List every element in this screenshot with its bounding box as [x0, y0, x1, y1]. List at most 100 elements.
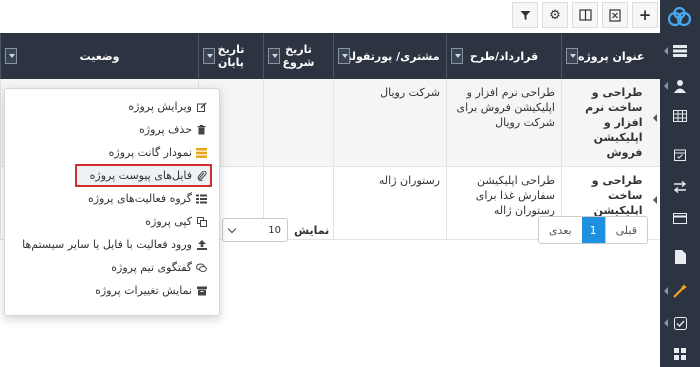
copy-icon — [196, 216, 207, 227]
sort-dropdown-icon[interactable] — [203, 48, 215, 64]
menu-item-label: نمایش تغییرات پروژه — [95, 284, 192, 297]
header-end-label: تاریخ پایان — [217, 43, 245, 69]
wand-icon — [673, 284, 687, 298]
gear-icon: ⚙ — [549, 7, 561, 23]
menu-item-import-activities[interactable]: ورود فعالیت با فایل یا سایر سیستم‌ها — [5, 233, 219, 256]
row-contract-cell: طراحی نرم افزار و اپلیکیشن فروش برای شرک… — [446, 79, 562, 167]
sort-dropdown-icon[interactable] — [566, 48, 578, 64]
sidebar-item-documents[interactable] — [660, 246, 700, 268]
app-logo[interactable] — [664, 4, 696, 30]
caret-left-icon — [664, 287, 668, 295]
sidebar-item-tasks[interactable] — [660, 312, 700, 334]
sidebar-item-apps[interactable] — [660, 343, 700, 365]
caret-left-icon[interactable] — [652, 195, 657, 204]
app-window: + ⚙ عنوان پروژه قرارداد/طرح مشتری/ پورتف… — [0, 0, 700, 367]
header-title[interactable]: عنوان پروژه — [561, 33, 661, 79]
menu-item-team-chat[interactable]: گفتگوی تیم پروژه — [5, 256, 219, 279]
calendar-icon — [674, 149, 686, 161]
add-button[interactable]: + — [632, 2, 658, 28]
sidebar-item-dashboard[interactable] — [660, 40, 700, 62]
row-customer-cell: شرکت رویال — [333, 79, 447, 167]
sidebar-item-tools[interactable] — [660, 280, 700, 302]
sidebar-item-calendar[interactable] — [660, 143, 700, 165]
caret-left-icon — [664, 47, 668, 55]
header-end-date[interactable]: تاریخ پایان — [198, 33, 264, 79]
row-title-cell[interactable]: طراحی و ساخت نرم افزار و اپلیکیشن فروش — [561, 79, 661, 167]
columns-button[interactable] — [572, 2, 598, 28]
page-size-label: نمایش — [294, 224, 330, 237]
caret-left-icon — [664, 319, 668, 327]
grid-icon — [673, 45, 687, 57]
right-sidebar — [660, 0, 700, 367]
transfer-icon — [673, 181, 687, 193]
row-title: طراحی و ساخت نرم افزار و اپلیکیشن فروش — [585, 86, 643, 159]
caret-left-icon[interactable] — [652, 113, 657, 122]
pagination-bar: قبلی 1 بعدی نمایش 10 — [220, 216, 660, 246]
excel-icon — [609, 8, 621, 22]
menu-item-delete-project[interactable]: حذف پروژه — [5, 118, 219, 141]
header-contract[interactable]: قرارداد/طرح — [446, 33, 562, 79]
menu-item-attachments[interactable]: فایل‌های پیوست پروژه — [5, 164, 219, 187]
logo-icon — [667, 7, 692, 27]
menu-item-activity-groups[interactable]: گروه فعالیت‌های پروژه — [5, 187, 219, 210]
plus-icon: + — [638, 6, 652, 24]
page-size-value: 10 — [268, 224, 281, 236]
trash-icon — [196, 124, 207, 135]
menu-item-copy-project[interactable]: کپی پروژه — [5, 210, 219, 233]
menu-item-label: نمودار گانت پروژه — [108, 146, 192, 159]
menu-item-gantt-chart[interactable]: نمودار گانت پروژه — [5, 141, 219, 164]
sidebar-item-users[interactable] — [660, 75, 700, 97]
edit-icon — [196, 101, 207, 112]
menu-item-label: فایل‌های پیوست پروژه — [89, 169, 192, 182]
page-1-button[interactable]: 1 — [581, 217, 605, 243]
user-icon — [674, 80, 686, 93]
settings-button[interactable]: ⚙ — [542, 2, 568, 28]
chevron-down-icon — [227, 224, 237, 233]
menu-item-label: ویرایش پروژه — [128, 100, 192, 113]
card-icon — [673, 212, 687, 224]
row-start-cell — [263, 79, 334, 167]
sort-dropdown-icon[interactable] — [338, 48, 350, 64]
checkbox-icon — [673, 316, 687, 330]
menu-item-label: ورود فعالیت با فایل یا سایر سیستم‌ها — [22, 238, 192, 251]
menu-item-label: حذف پروژه — [139, 123, 192, 136]
header-title-label: عنوان پروژه — [577, 49, 645, 63]
header-contract-label: قرارداد/طرح — [469, 49, 539, 63]
apps-icon — [674, 348, 686, 360]
header-status[interactable]: وضعیت — [0, 33, 199, 79]
menu-item-label: گروه فعالیت‌های پروژه — [87, 192, 192, 205]
table-header-row: عنوان پروژه قرارداد/طرح مشتری/ پورتفولیو… — [0, 33, 661, 79]
pagination: قبلی 1 بعدی — [537, 216, 648, 244]
header-start-label: تاریخ شروع — [282, 43, 315, 69]
header-status-label: وضعیت — [79, 49, 120, 63]
paperclip-icon — [196, 170, 207, 181]
menu-item-edit-project[interactable]: ویرایش پروژه — [5, 95, 219, 118]
prev-page-button[interactable]: قبلی — [604, 217, 647, 243]
next-page-button[interactable]: بعدی — [538, 217, 582, 243]
sidebar-item-cards[interactable] — [660, 207, 700, 229]
sidebar-item-transfers[interactable] — [660, 176, 700, 198]
header-customer[interactable]: مشتری/ پورتفولیو — [333, 33, 447, 79]
sort-dropdown-icon[interactable] — [451, 48, 463, 64]
header-start-date[interactable]: تاریخ شروع — [263, 33, 334, 79]
toolbar: + ⚙ — [510, 0, 660, 30]
filter-icon — [520, 10, 530, 20]
sort-dropdown-icon[interactable] — [268, 48, 280, 64]
list-icon — [196, 193, 207, 204]
menu-item-project-changes[interactable]: نمایش تغییرات پروژه — [5, 279, 219, 302]
filter-button[interactable] — [512, 2, 538, 28]
chat-icon — [196, 262, 207, 273]
archive-icon — [196, 285, 207, 296]
project-context-menu: ویرایش پروژه حذف پروژه نمودار گانت پروژه… — [4, 88, 220, 316]
columns-icon — [578, 9, 592, 21]
gantt-icon — [196, 147, 207, 158]
upload-icon — [196, 239, 207, 250]
table-icon — [673, 110, 687, 122]
caret-left-icon — [664, 82, 668, 90]
page-size-select[interactable]: 10 — [222, 218, 288, 242]
sort-dropdown-icon[interactable] — [5, 48, 17, 64]
header-customer-label: مشتری/ پورتفولیو — [340, 49, 440, 63]
document-icon — [674, 250, 686, 264]
export-excel-button[interactable] — [602, 2, 628, 28]
sidebar-item-tables[interactable] — [660, 105, 700, 127]
